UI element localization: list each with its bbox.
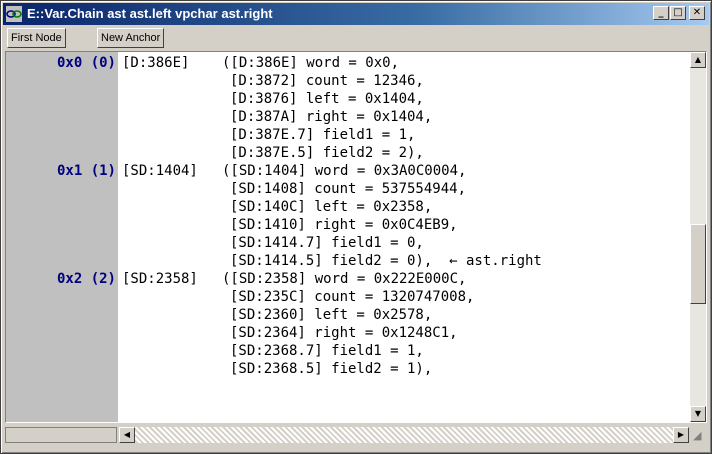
- node-field: [SD:2360] left = 0x2578,: [230, 307, 433, 323]
- node-field: ([D:386E] word = 0x0,: [222, 55, 400, 71]
- gutter-scroll-pane: [5, 427, 117, 443]
- minimize-button[interactable]: _: [653, 6, 669, 20]
- node-field: [D:3872] count = 12346,: [230, 73, 424, 89]
- node-field: [SD:1414.5] field2 = 0), ← ast.right: [230, 253, 542, 269]
- chain-line: [SD:1410] right = 0x0C4EB9,: [6, 216, 686, 234]
- node-field: [D:387E.7] field1 = 1,: [230, 127, 416, 143]
- node-field: [SD:2368.5] field2 = 1),: [230, 361, 433, 377]
- chain-line: [SD:2360] left = 0x2578,: [6, 306, 686, 324]
- new-anchor-button[interactable]: New Anchor: [97, 28, 165, 48]
- node-index: 0x2 (2): [56, 271, 116, 287]
- node-field: ([SD:1404] word = 0x3A0C0004,: [222, 163, 467, 179]
- vertical-scrollbar[interactable]: ▲ ▼: [690, 52, 706, 422]
- chain-line: 0x0 (0) [D:386E] ([D:386E] word = 0x0,: [6, 54, 686, 72]
- node-field: [D:387E.5] field2 = 2),: [230, 145, 424, 161]
- chain-line: [D:387E.7] field1 = 1,: [6, 126, 686, 144]
- node-field: [SD:1410] right = 0x0C4EB9,: [230, 217, 458, 233]
- chain-line: [SD:2368.7] field1 = 1,: [6, 342, 686, 360]
- node-address: [SD:2358]: [122, 271, 198, 287]
- chain-view[interactable]: 0x0 (0) [D:386E] ([D:386E] word = 0x0, [D:3…: [5, 51, 707, 423]
- chain-line: [SD:1408] count = 537554944,: [6, 180, 686, 198]
- vertical-scroll-thumb[interactable]: [690, 224, 706, 304]
- close-button[interactable]: ✕: [689, 6, 705, 20]
- chain-line: [SD:1414.5] field2 = 0), ← ast.right: [6, 252, 686, 270]
- bottom-bar: ◀ ▶ ◢: [5, 425, 707, 445]
- node-field: [SD:2364] right = 0x1248C1,: [230, 325, 458, 341]
- node-field: ([SD:2358] word = 0x222E000C,: [222, 271, 467, 287]
- node-index: 0x0 (0): [56, 55, 116, 71]
- node-field: [SD:140C] left = 0x2358,: [230, 199, 433, 215]
- scroll-up-button[interactable]: ▲: [690, 52, 706, 68]
- node-field: [SD:2368.7] field1 = 1,: [230, 343, 424, 359]
- title-bar[interactable]: E::Var.Chain ast ast.left vpchar ast.rig…: [3, 3, 709, 25]
- horizontal-scrollbar[interactable]: ◀ ▶: [119, 427, 689, 443]
- first-node-button[interactable]: First Node: [7, 28, 66, 48]
- chain-window: E::Var.Chain ast ast.left vpchar ast.rig…: [0, 0, 712, 454]
- chain-line: [D:3876] left = 0x1404,: [6, 90, 686, 108]
- toolbar: First Node New Anchor: [3, 27, 709, 49]
- resize-grip-icon[interactable]: ◢: [693, 429, 707, 443]
- node-address: [SD:1404]: [122, 163, 198, 179]
- chain-line: [SD:140C] left = 0x2358,: [6, 198, 686, 216]
- node-field: [D:3876] left = 0x1404,: [230, 91, 424, 107]
- chain-line: [SD:2368.5] field2 = 1),: [6, 360, 686, 378]
- node-field: [D:387A] right = 0x1404,: [230, 109, 433, 125]
- scroll-left-button[interactable]: ◀: [119, 427, 135, 443]
- node-field: [SD:235C] count = 1320747008,: [230, 289, 475, 305]
- chain-line: [D:387E.5] field2 = 2),: [6, 144, 686, 162]
- chain-line: [SD:235C] count = 1320747008,: [6, 288, 686, 306]
- chain-line: [SD:1414.7] field1 = 0,: [6, 234, 686, 252]
- scroll-right-button[interactable]: ▶: [673, 427, 689, 443]
- window-title: E::Var.Chain ast ast.left vpchar ast.rig…: [27, 6, 273, 21]
- node-address: [D:386E]: [122, 55, 190, 71]
- node-field: [SD:1408] count = 537554944,: [230, 181, 467, 197]
- chain-line: 0x2 (2) [SD:2358] ([SD:2358] word = 0x222E…: [6, 270, 686, 288]
- node-index: 0x1 (1): [56, 163, 116, 179]
- chain-line: [D:3872] count = 12346,: [6, 72, 686, 90]
- chain-app-icon: [6, 6, 22, 22]
- node-field: [SD:1414.7] field1 = 0,: [230, 235, 424, 251]
- maximize-button[interactable]: □: [670, 6, 686, 20]
- chain-line: 0x1 (1) [SD:1404] ([SD:1404] word = 0x3A0C…: [6, 162, 686, 180]
- chain-line: [SD:2364] right = 0x1248C1,: [6, 324, 686, 342]
- chain-line: [D:387A] right = 0x1404,: [6, 108, 686, 126]
- scroll-down-button[interactable]: ▼: [690, 406, 706, 422]
